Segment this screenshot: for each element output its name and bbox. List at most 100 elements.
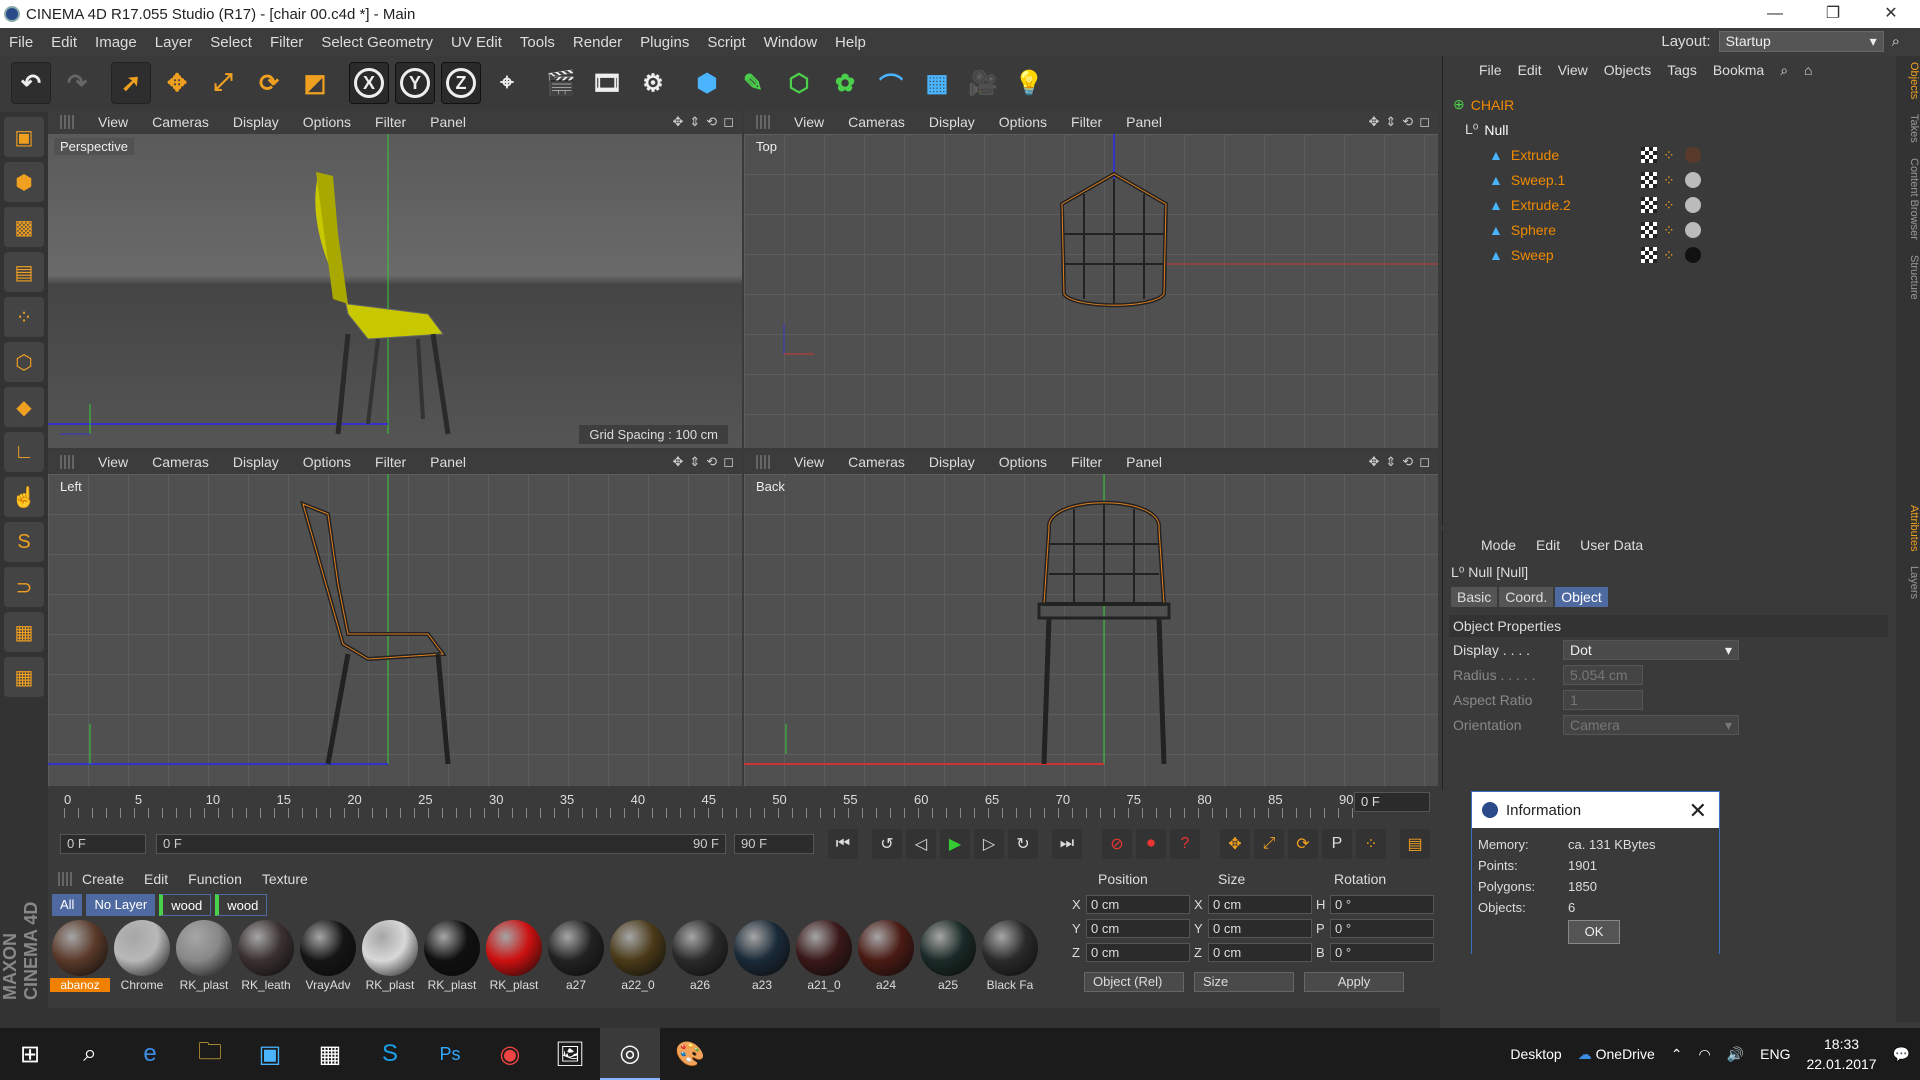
vp-menu-view[interactable]: View bbox=[86, 454, 140, 470]
material-swatch[interactable]: a23 bbox=[732, 920, 792, 992]
material-swatch[interactable]: abanoz bbox=[50, 920, 110, 992]
search-icon[interactable]: ⌕ bbox=[1772, 62, 1796, 79]
material-swatch[interactable]: a24 bbox=[856, 920, 916, 992]
zoom-icon[interactable]: ⇕ bbox=[1385, 454, 1396, 470]
viewport-canvas[interactable] bbox=[744, 474, 1438, 786]
next-key-icon[interactable]: ↻ bbox=[1008, 829, 1038, 859]
attr-tab-object[interactable]: Object bbox=[1555, 587, 1608, 607]
orbit-icon[interactable]: ⟲ bbox=[706, 114, 717, 130]
vp-menu-panel[interactable]: Panel bbox=[1114, 114, 1174, 130]
vp-menu-display[interactable]: Display bbox=[221, 114, 291, 130]
object-row-sweep[interactable]: ▲ Sweep ⁘ bbox=[1443, 242, 1895, 267]
desktop-toolbar-label[interactable]: Desktop bbox=[1510, 1046, 1561, 1062]
texture-tag-icon[interactable] bbox=[1641, 146, 1657, 163]
phong-tag-icon[interactable]: ⁘ bbox=[1663, 222, 1679, 238]
menu-plugins[interactable]: Plugins bbox=[631, 34, 698, 51]
phong-tag-icon[interactable]: ⁘ bbox=[1663, 147, 1679, 163]
position-x-field[interactable]: 0 cm bbox=[1086, 894, 1190, 914]
record-parameter-icon[interactable]: P bbox=[1322, 829, 1352, 859]
obj-menu-file[interactable]: File bbox=[1471, 62, 1510, 78]
material-tag-icon[interactable] bbox=[1685, 221, 1701, 238]
model-mode-icon[interactable]: ⬢ bbox=[4, 162, 44, 202]
timeline-window-icon[interactable]: ▤ bbox=[1400, 829, 1430, 859]
attr-tab-basic[interactable]: Basic bbox=[1451, 587, 1498, 607]
menu-uv-edit[interactable]: UV Edit bbox=[442, 34, 511, 51]
attr-tab-coord[interactable]: Coord. bbox=[1499, 587, 1554, 607]
vp-menu-cameras[interactable]: Cameras bbox=[836, 454, 917, 470]
mat-tab-wood[interactable]: wood bbox=[159, 894, 212, 916]
mat-menu-texture[interactable]: Texture bbox=[252, 871, 318, 887]
attr-menu-edit[interactable]: Edit bbox=[1526, 537, 1570, 553]
paint-icon[interactable]: 🎨 bbox=[660, 1028, 720, 1080]
attr-menu-mode[interactable]: Mode bbox=[1471, 537, 1526, 553]
record-position-icon[interactable]: ✥ bbox=[1220, 829, 1250, 859]
array-object-icon[interactable]: ✿ bbox=[825, 62, 865, 104]
object-row-sweep-1[interactable]: ▲ Sweep.1 ⁘ bbox=[1443, 167, 1895, 192]
vp-menu-filter[interactable]: Filter bbox=[363, 114, 418, 130]
menu-help[interactable]: Help bbox=[826, 34, 875, 51]
camera-object-icon[interactable]: 🎥 bbox=[963, 62, 1003, 104]
make-editable-icon[interactable]: ▣ bbox=[4, 117, 44, 157]
vp-menu-filter[interactable]: Filter bbox=[1059, 114, 1114, 130]
viewport-canvas[interactable] bbox=[48, 474, 742, 786]
language-indicator[interactable]: ENG bbox=[1760, 1046, 1790, 1062]
vp-menu-panel[interactable]: Panel bbox=[418, 454, 478, 470]
pan-icon[interactable]: ✥ bbox=[1368, 114, 1379, 130]
object-row-sphere[interactable]: ▲ Sphere ⁘ bbox=[1443, 217, 1895, 242]
viewport-top[interactable]: View Cameras Display Options Filter Pane… bbox=[744, 110, 1438, 448]
autokeying-icon[interactable]: ⏺ bbox=[1136, 829, 1166, 859]
pan-icon[interactable]: ✥ bbox=[672, 454, 683, 470]
vp-menu-panel[interactable]: Panel bbox=[418, 114, 478, 130]
material-swatch[interactable]: RK_plast bbox=[360, 920, 420, 992]
mat-menu-edit[interactable]: Edit bbox=[134, 871, 178, 887]
orbit-icon[interactable]: ⟲ bbox=[1402, 454, 1413, 470]
mat-menu-create[interactable]: Create bbox=[72, 871, 134, 887]
obj-menu-bookmarks[interactable]: Bookma bbox=[1705, 62, 1772, 78]
position-y-field[interactable]: 0 cm bbox=[1086, 918, 1190, 938]
zoom-icon[interactable]: ⇕ bbox=[689, 454, 700, 470]
pan-icon[interactable]: ✥ bbox=[1368, 454, 1379, 470]
menu-render[interactable]: Render bbox=[564, 34, 631, 51]
position-z-field[interactable]: 0 cm bbox=[1086, 942, 1190, 962]
skype-icon[interactable]: S bbox=[360, 1028, 420, 1080]
mat-tab-no-layer[interactable]: No Layer bbox=[86, 894, 156, 916]
onedrive-label[interactable]: ☁ OneDrive bbox=[1578, 1046, 1655, 1063]
render-picture-viewer-icon[interactable]: 🎞 bbox=[587, 62, 627, 104]
next-frame-icon[interactable]: ▷ bbox=[974, 829, 1004, 859]
go-to-start-icon[interactable]: ⏮ bbox=[828, 829, 858, 859]
material-swatch[interactable]: a26 bbox=[670, 920, 730, 992]
light-object-icon[interactable]: 💡 bbox=[1009, 62, 1049, 104]
edge-browser-icon[interactable]: e bbox=[120, 1028, 180, 1080]
obj-menu-objects[interactable]: Objects bbox=[1596, 62, 1659, 78]
viewport-perspective[interactable]: View Cameras Display Options Filter Pane… bbox=[48, 110, 742, 448]
menu-file[interactable]: File bbox=[0, 34, 42, 51]
current-frame-field[interactable]: 0 F bbox=[1354, 792, 1430, 812]
points-mode-icon[interactable]: ⁘ bbox=[4, 297, 44, 337]
menu-layer[interactable]: Layer bbox=[146, 34, 202, 51]
material-swatch[interactable]: RK_leath bbox=[236, 920, 296, 992]
radius-field[interactable]: 5.054 cm bbox=[1563, 664, 1643, 685]
subdivision-surface-icon[interactable]: ⬡ bbox=[779, 62, 819, 104]
search-icon[interactable]: ⌕ bbox=[60, 1028, 120, 1080]
snap-icon[interactable]: S bbox=[4, 522, 44, 562]
tab-objects[interactable]: Objects bbox=[1908, 56, 1920, 105]
tab-content-browser[interactable]: Content Browser bbox=[1908, 152, 1920, 246]
home-icon[interactable]: ⌂ bbox=[1796, 62, 1820, 78]
vp-menu-options[interactable]: Options bbox=[987, 114, 1059, 130]
mat-menu-function[interactable]: Function bbox=[178, 871, 252, 887]
size-mode-dropdown[interactable]: Size bbox=[1194, 972, 1294, 992]
viewport-canvas[interactable] bbox=[48, 134, 742, 448]
go-to-end-icon[interactable]: ⏭ bbox=[1052, 829, 1082, 859]
rotation-b-field[interactable]: 0 ° bbox=[1330, 942, 1434, 962]
obj-menu-edit[interactable]: Edit bbox=[1510, 62, 1550, 78]
vp-menu-options[interactable]: Options bbox=[987, 454, 1059, 470]
photoshop-icon[interactable]: Ps bbox=[420, 1028, 480, 1080]
ok-button[interactable]: OK bbox=[1568, 920, 1620, 944]
vp-menu-view[interactable]: View bbox=[86, 114, 140, 130]
phong-tag-icon[interactable]: ⁘ bbox=[1663, 172, 1679, 188]
end-frame-field[interactable]: 90 F bbox=[734, 834, 814, 854]
material-tag-icon[interactable] bbox=[1685, 171, 1701, 188]
previous-key-icon[interactable]: ↺ bbox=[872, 829, 902, 859]
record-scale-icon[interactable]: ⤢ bbox=[1254, 829, 1284, 859]
rotation-h-field[interactable]: 0 ° bbox=[1330, 894, 1434, 914]
